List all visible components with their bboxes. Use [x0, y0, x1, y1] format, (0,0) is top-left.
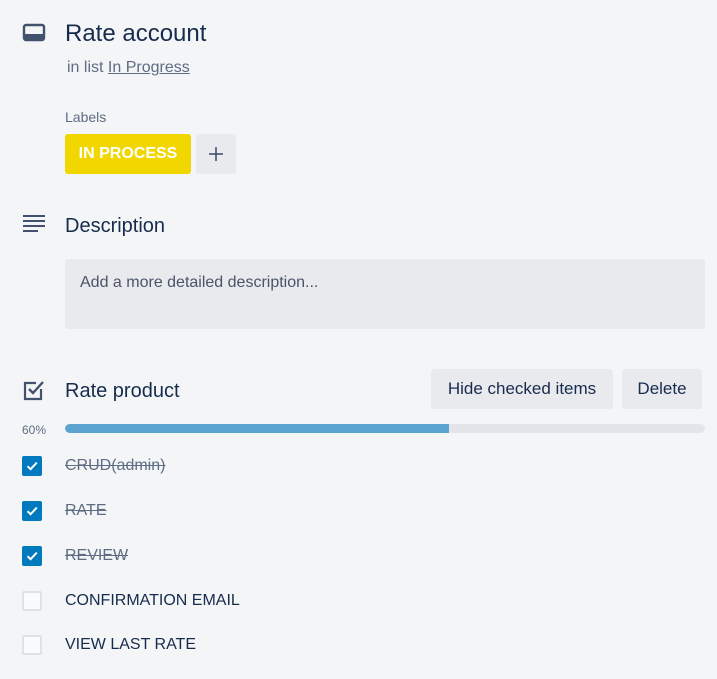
item-text[interactable]: REVIEW [65, 546, 128, 566]
item-checkbox[interactable] [22, 591, 42, 611]
label-in-process[interactable]: IN PROCESS [65, 134, 191, 174]
progress-bar [65, 424, 705, 433]
check-icon [26, 551, 38, 561]
card-title[interactable]: Rate account [65, 19, 206, 49]
hide-checked-items-button[interactable]: Hide checked items [431, 369, 613, 409]
item-checkbox[interactable] [22, 546, 42, 566]
checklist-item[interactable]: VIEW LAST RATE [0, 635, 717, 679]
item-checkbox[interactable] [22, 501, 42, 521]
item-checkbox[interactable] [22, 456, 42, 476]
checklist-item[interactable]: CRUD(admin) [0, 456, 717, 500]
description-heading: Description [65, 215, 166, 237]
checklist-title[interactable]: Rate product [65, 379, 180, 403]
progress-percent: 60% [22, 423, 47, 437]
delete-checklist-button[interactable]: Delete [622, 369, 702, 409]
add-label-button[interactable] [196, 134, 236, 174]
item-text[interactable]: VIEW LAST RATE [65, 635, 196, 655]
item-text[interactable]: CONFIRMATION EMAIL [65, 591, 240, 611]
checklist-icon [22, 378, 46, 402]
checklist-item[interactable]: REVIEW [0, 546, 717, 590]
description-icon [22, 213, 46, 235]
in-list-prefix: in list [67, 59, 104, 76]
progress-bar-fill [65, 424, 449, 433]
card-icon [22, 23, 46, 43]
list-link[interactable]: In Progress [108, 59, 190, 76]
labels-heading: Labels [65, 109, 107, 125]
checklist-item[interactable]: CONFIRMATION EMAIL [0, 591, 717, 635]
check-icon [26, 506, 38, 516]
check-icon [26, 461, 38, 471]
description-input[interactable]: Add a more detailed description... [65, 259, 705, 329]
item-text[interactable]: CRUD(admin) [65, 456, 165, 476]
item-text[interactable]: RATE [65, 501, 106, 521]
item-checkbox[interactable] [22, 635, 42, 655]
in-list-text: in list In Progress [67, 58, 190, 78]
checklist-item[interactable]: RATE [0, 501, 717, 545]
description-placeholder: Add a more detailed description... [80, 274, 319, 291]
